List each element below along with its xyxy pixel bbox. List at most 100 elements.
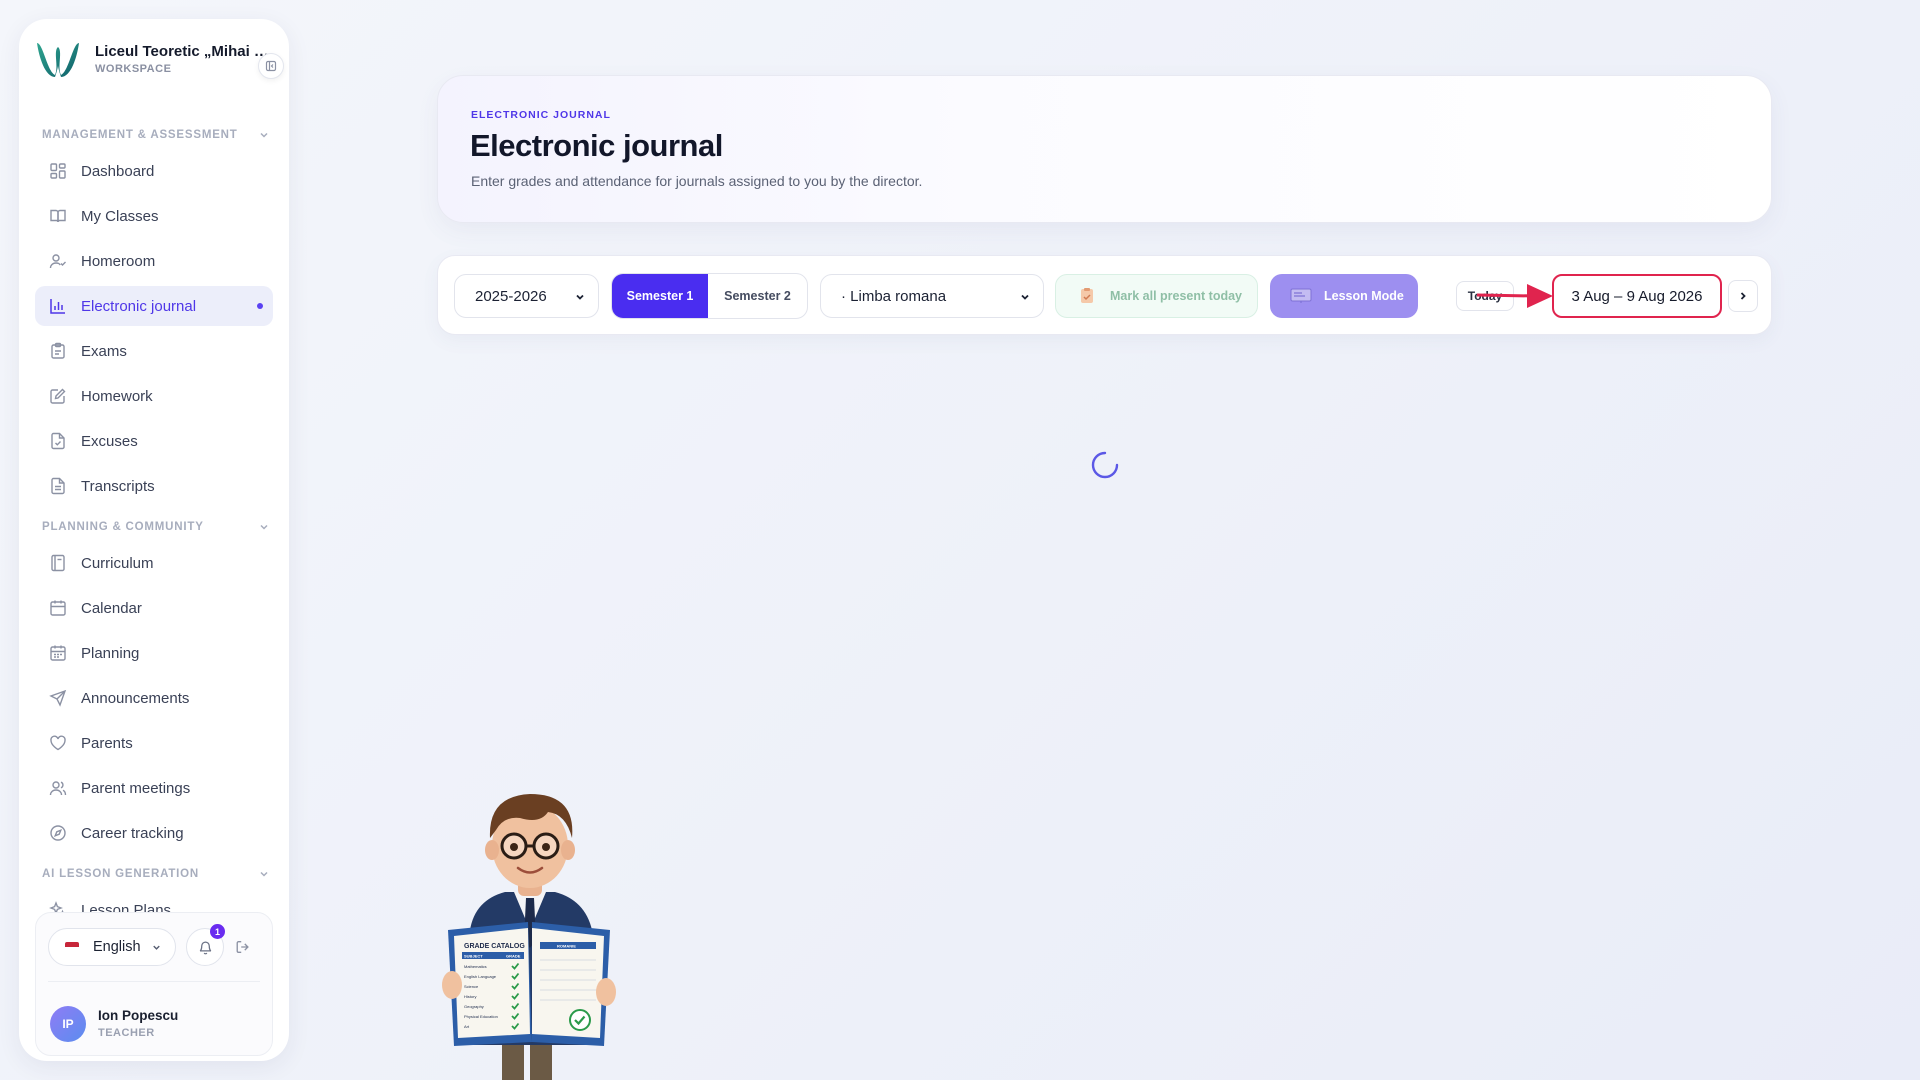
sidebar-item-label: Parent meetings [81,779,191,797]
active-indicator [257,303,263,309]
school-year-value: 2025-2026 [475,287,547,305]
section-management-assessment[interactable]: MANAGEMENT & ASSESSMENT [42,124,270,146]
book-subject: English Language [464,974,497,979]
flag-icon [65,942,79,952]
book-subject: History [464,994,476,999]
calendar-icon [50,600,66,616]
sidebar: Liceul Teoretic „Mihai Emi... WORKSPACE … [19,19,289,1061]
language-selector[interactable]: English [48,928,176,966]
chevron-down-icon [152,945,160,950]
sidebar-item-announcements[interactable]: Announcements [35,678,273,718]
semester-1-button[interactable]: Semester 1 [612,274,708,318]
file-check-icon [51,432,65,450]
journal-toolbar: 2025-2026 Semester 1 Semester 2 · Limba … [437,255,1772,335]
chevron-right-icon [1740,292,1746,300]
page-title: Electronic journal [470,128,723,163]
book-icon [51,554,65,572]
sidebar-item-label: Transcripts [81,477,155,495]
users-icon [49,781,67,796]
loading-spinner-icon [1091,451,1119,479]
school-year-select[interactable]: 2025-2026 [454,274,599,318]
avatar[interactable]: IP [50,1006,86,1042]
sidebar-item-electronic-journal[interactable]: Electronic journal [35,286,273,326]
book-col-grade: GRADE [506,954,521,959]
teacher-mascot-illustration: GRADE CATALOG SUBJECT GRADE Mathematics … [442,794,616,1080]
chevron-down-icon [576,294,584,300]
heart-icon [50,735,66,751]
mark-all-present-label: Mark all present today [1110,289,1242,303]
sidebar-item-planning[interactable]: Planning [35,633,273,673]
book-subject: Science [464,984,479,989]
page-eyebrow: ELECTRONIC JOURNAL [471,109,611,121]
chevron-down-icon [1021,294,1029,300]
section-ai-lesson-generation[interactable]: AI LESSON GENERATION [42,863,270,885]
book-subject: Art [464,1024,470,1029]
clipboard-check-icon [1081,288,1093,303]
language-label: English [93,939,141,955]
next-week-button[interactable] [1728,280,1758,312]
book-title: GRADE CATALOG [464,943,525,950]
sidebar-item-label: My Classes [81,207,159,225]
book-subject: Geography [464,1004,484,1009]
sidebar-nav[interactable]: MANAGEMENT & ASSESSMENT Dashboard My Cla… [19,111,289,919]
brand[interactable]: Liceul Teoretic „Mihai Emi... WORKSPACE [33,37,275,81]
date-range-display[interactable]: 3 Aug – 9 Aug 2026 [1552,274,1722,318]
sidebar-item-my-classes[interactable]: My Classes [35,196,273,236]
section-label: MANAGEMENT & ASSESSMENT [42,129,238,141]
subject-value: · Limba romana [841,287,947,305]
sidebar-item-transcripts[interactable]: Transcripts [35,466,273,506]
mark-all-present-button[interactable]: Mark all present today [1055,274,1258,318]
bell-icon [199,940,211,954]
user-check-icon [49,254,66,269]
divider [48,981,260,982]
sidebar-item-parent-meetings[interactable]: Parent meetings [35,768,273,808]
user-role: TEACHER [98,1027,155,1039]
section-label: PLANNING & COMMUNITY [42,521,204,533]
book-open-icon [50,209,66,223]
logout-button[interactable] [232,936,254,958]
brand-logo [37,43,79,77]
sidebar-item-parents[interactable]: Parents [35,723,273,763]
calendar-grid-icon [50,645,66,661]
notifications-button[interactable]: 1 [186,924,225,966]
sidebar-item-homework[interactable]: Homework [35,376,273,416]
sidebar-item-career-tracking[interactable]: Career tracking [35,813,273,853]
sidebar-item-label: Dashboard [81,162,155,180]
sidebar-item-homeroom[interactable]: Homeroom [35,241,273,281]
sidebar-item-label: Planning [81,644,140,662]
sidebar-item-dashboard[interactable]: Dashboard [35,151,273,191]
book-subject: Physical Education [464,1014,498,1019]
book-right-title: ROMANIE [557,944,576,949]
file-text-icon [51,477,65,495]
clipboard-icon [51,342,65,359]
page-subtitle: Enter grades and attendance for journals… [471,173,923,189]
sidebar-item-curriculum[interactable]: Curriculum [35,543,273,583]
sidebar-item-label: Excuses [81,432,138,450]
lesson-mode-label: Lesson Mode [1324,289,1404,303]
send-icon [49,689,67,707]
subject-select[interactable]: · Limba romana [820,274,1044,318]
sidebar-item-label: Exams [81,342,127,360]
user-name: Ion Popescu [98,1008,179,1023]
school-name: Liceul Teoretic „Mihai Emi... [95,43,275,60]
sidebar-toggle-icon [265,60,277,72]
semester-2-button[interactable]: Semester 2 [708,274,807,318]
chevron-down-icon [260,132,268,138]
sidebar-item-calendar[interactable]: Calendar [35,588,273,628]
lesson-mode-button[interactable]: Lesson Mode [1270,274,1418,318]
annotation-arrow-icon [1476,284,1553,308]
collapse-sidebar-button[interactable] [258,53,284,79]
page-header: ELECTRONIC JOURNAL Electronic journal En… [437,75,1772,223]
sidebar-item-label: Homework [81,387,153,405]
sidebar-item-exams[interactable]: Exams [35,331,273,371]
presentation-icon [1290,288,1312,303]
notification-count-badge: 1 [210,924,225,939]
compass-icon [50,825,66,841]
sidebar-item-label: Electronic journal [81,297,197,315]
section-planning-community[interactable]: PLANNING & COMMUNITY [42,516,270,538]
workspace-label: WORKSPACE [95,63,172,75]
chevron-down-icon [260,524,268,530]
sidebar-item-excuses[interactable]: Excuses [35,421,273,461]
edit-icon [50,388,66,404]
sidebar-item-label: Announcements [81,689,190,707]
